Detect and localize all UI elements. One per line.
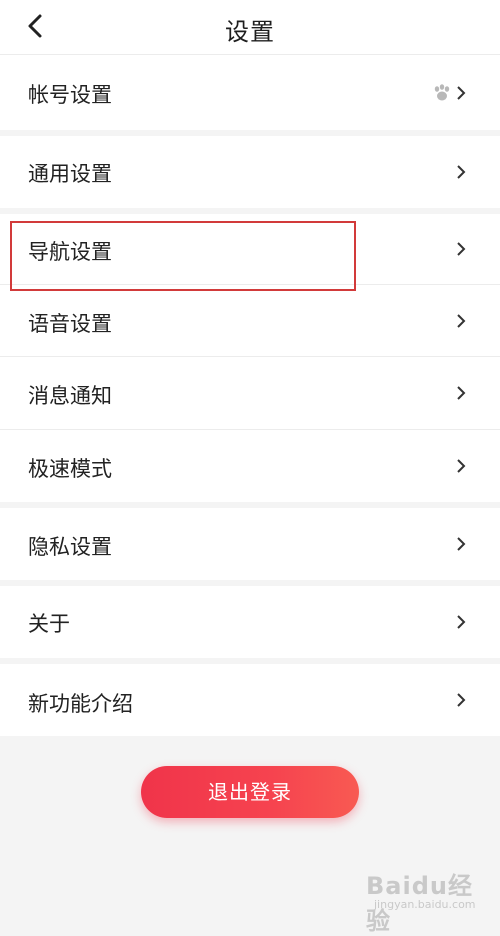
- logout-button[interactable]: 退出登录: [141, 766, 359, 818]
- chevron-right-icon: [457, 459, 466, 473]
- chevron-right-icon: [457, 314, 466, 328]
- chevron-right-icon: [457, 165, 466, 179]
- menu-item-navigation[interactable]: 导航设置: [0, 214, 500, 284]
- menu-item-general-label: 通用设置: [28, 162, 112, 186]
- top-bar: 设置: [0, 0, 500, 55]
- chevron-right-icon: [457, 86, 466, 100]
- paw-icon: [434, 84, 450, 101]
- menu-item-privacy[interactable]: 隐私设置: [0, 508, 500, 580]
- menu-item-general[interactable]: 通用设置: [0, 136, 500, 208]
- menu-item-speed-mode[interactable]: 极速模式: [0, 430, 500, 502]
- chevron-right-icon: [457, 615, 466, 629]
- watermark-url: jingyan.baidu.com: [374, 898, 476, 911]
- menu-item-speed-mode-label: 极速模式: [28, 457, 112, 481]
- menu-item-voice[interactable]: 语音设置: [0, 285, 500, 356]
- chevron-right-icon: [457, 386, 466, 400]
- menu-item-about[interactable]: 关于: [0, 586, 500, 658]
- menu-item-new-features[interactable]: 新功能介绍: [0, 664, 500, 736]
- menu-item-voice-label: 语音设置: [28, 312, 112, 336]
- chevron-right-icon: [457, 693, 466, 707]
- chevron-right-icon: [457, 242, 466, 256]
- menu-item-new-features-label: 新功能介绍: [28, 692, 133, 716]
- menu-item-privacy-label: 隐私设置: [28, 535, 112, 559]
- menu-item-message[interactable]: 消息通知: [0, 357, 500, 429]
- watermark: Baidu经验 jingyan.baidu.com: [360, 866, 484, 935]
- menu-item-account-label: 帐号设置: [28, 83, 112, 107]
- chevron-right-icon: [457, 537, 466, 551]
- menu-item-about-label: 关于: [28, 612, 70, 636]
- menu-item-message-label: 消息通知: [28, 384, 112, 408]
- page-title: 设置: [225, 18, 275, 46]
- menu-item-navigation-label: 导航设置: [28, 240, 112, 264]
- menu-item-account[interactable]: 帐号设置: [0, 55, 500, 130]
